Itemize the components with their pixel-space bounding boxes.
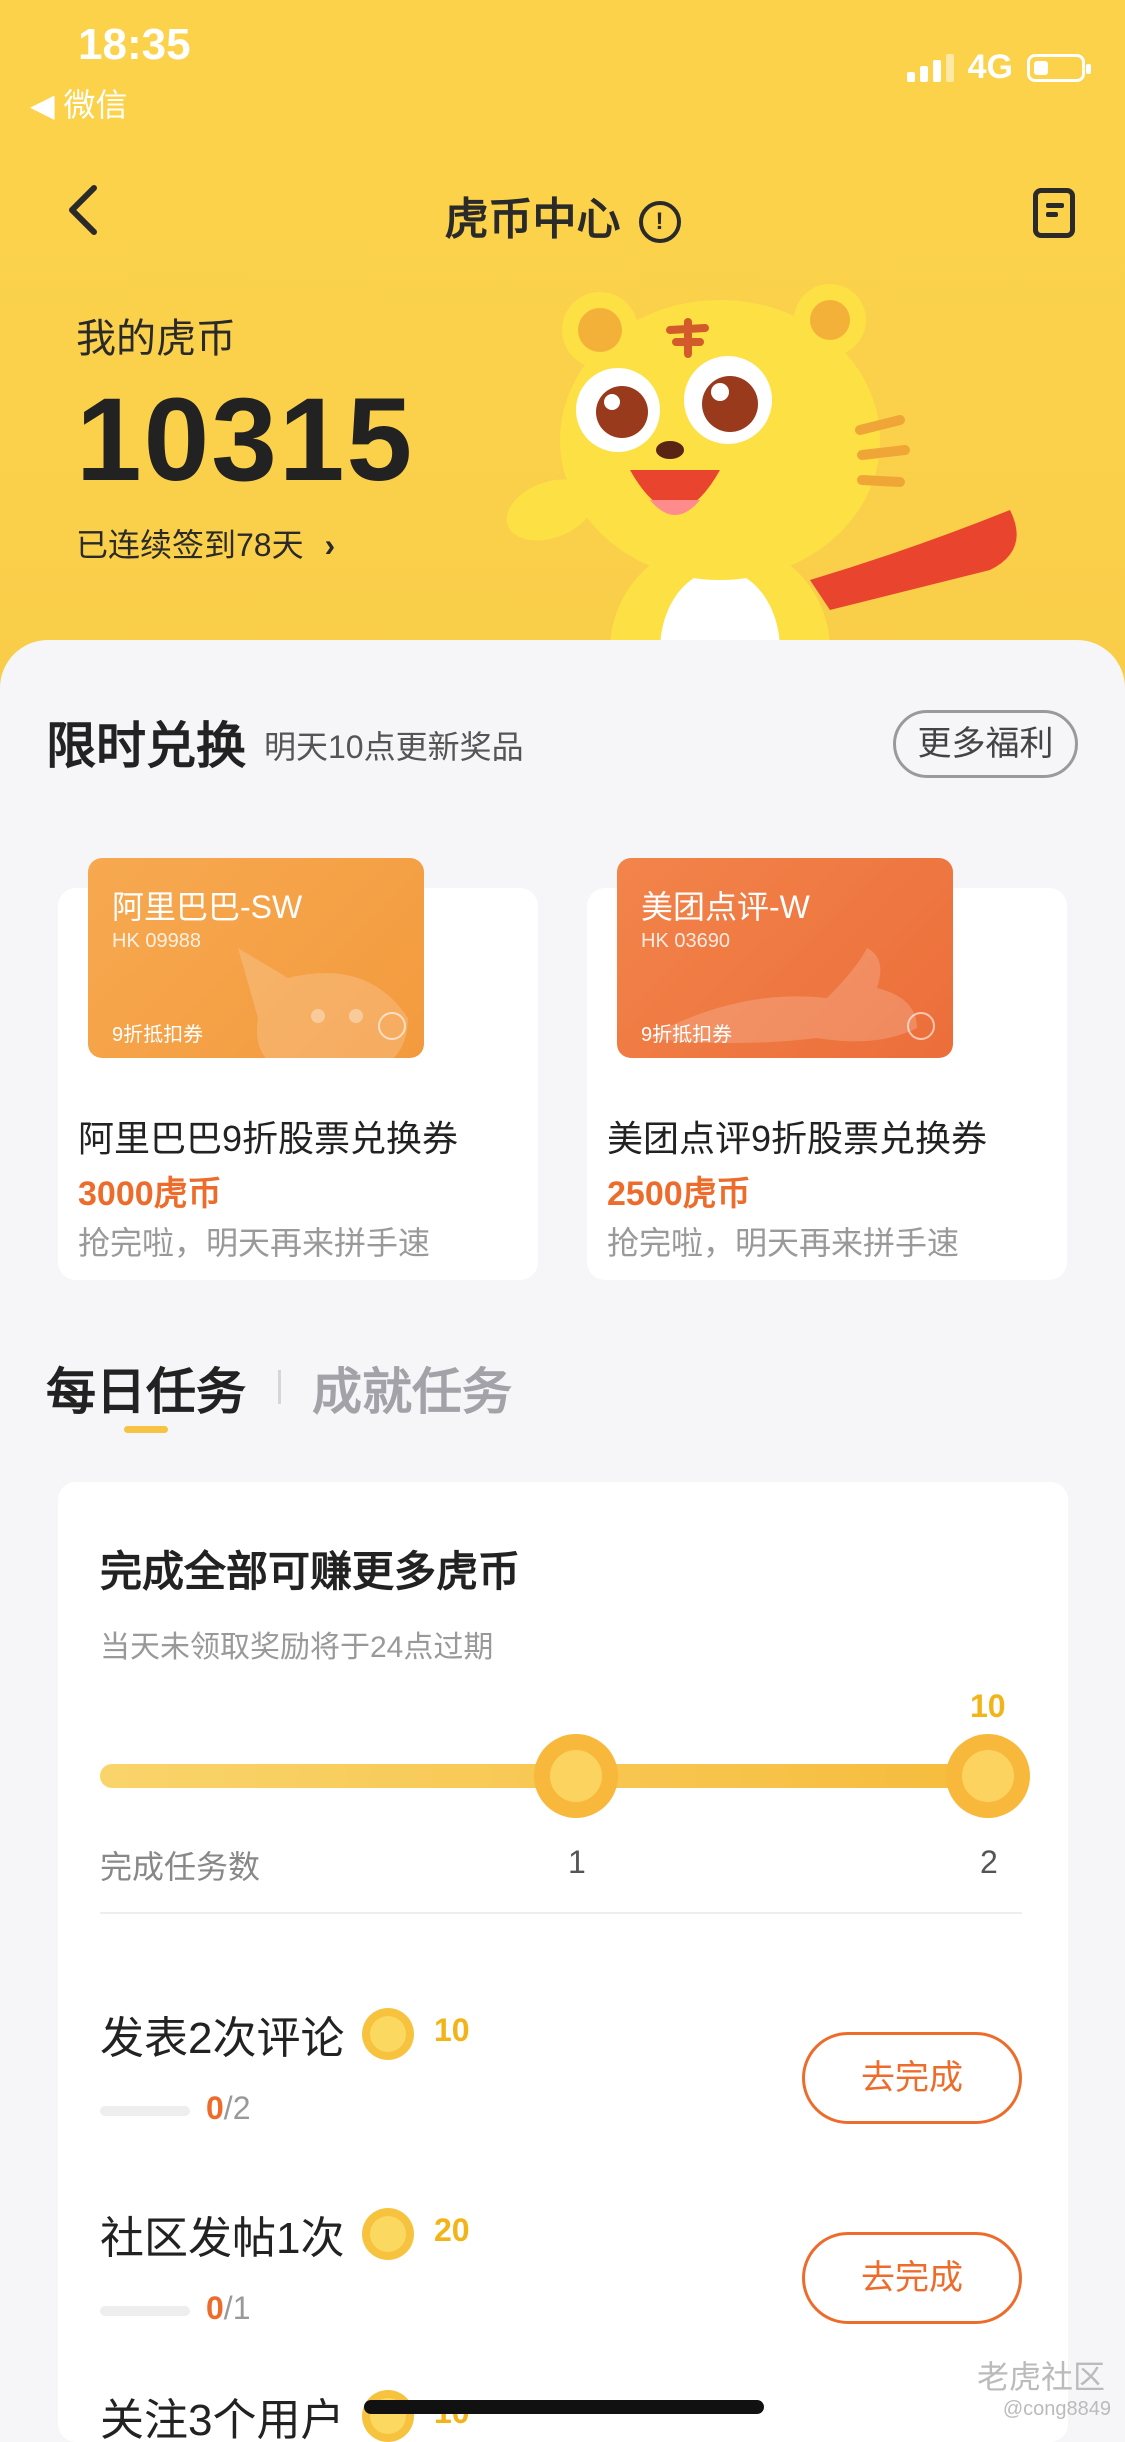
exchange-card-meituan[interactable]: 美团点评-W HK 03690 9折抵扣券 美团点评9折股票兑换券 2500虎币…	[587, 858, 1067, 1280]
balance-value: 10315	[76, 374, 415, 506]
card-status: 抢完啦，明天再来拼手速	[78, 1225, 431, 1261]
exchange-section-title: 限时兑换	[46, 718, 246, 774]
task-card-title: 完成全部可赚更多虎币	[100, 1548, 521, 1595]
voucher-tag: 9折抵扣券	[641, 1024, 733, 1046]
records-icon[interactable]	[1033, 188, 1075, 238]
card-status: 抢完啦，明天再来拼手速	[607, 1225, 960, 1261]
signal-icon	[906, 53, 954, 82]
task-row: 发表2次评论 10 0/2 去完成	[100, 2002, 1022, 2152]
home-indicator[interactable]	[364, 2400, 764, 2414]
milestone-reward: 10	[970, 1688, 1006, 1724]
watermark-user: @cong8849	[1002, 2398, 1111, 2420]
card-price: 3000虎币	[78, 1175, 222, 1213]
milestone-coin-icon	[534, 1734, 618, 1818]
card-title: 美团点评9折股票兑换券	[607, 1118, 988, 1159]
task-name: 关注3个用户	[100, 2396, 345, 2442]
task-reward: 20	[434, 2212, 470, 2248]
complete-task-button[interactable]: 去完成	[802, 2232, 1022, 2324]
coin-icon	[362, 2390, 414, 2442]
info-icon[interactable]: !	[638, 201, 681, 244]
task-progress-bar	[100, 2106, 190, 2116]
task-card-subtitle: 当天未领取奖励将于24点过期	[100, 1631, 494, 1664]
balance-label: 我的虎币	[76, 317, 236, 361]
checkin-streak-link[interactable]: 已连续签到78天 ›	[76, 520, 335, 566]
task-name: 社区发帖1次	[100, 2214, 345, 2263]
task-progress-count: 0/1	[206, 2290, 251, 2326]
task-name: 发表2次评论	[100, 2014, 345, 2063]
tiger-mascot-illustration	[506, 284, 1017, 670]
exchange-section-subtitle: 明天10点更新奖品	[264, 729, 524, 765]
voucher-name: 阿里巴巴-SW	[112, 889, 303, 925]
watermark-brand: 老虎社区	[976, 2359, 1105, 2395]
coin-icon	[362, 2208, 414, 2260]
network-label: 4G	[967, 48, 1013, 86]
milestone-coin-icon[interactable]	[946, 1734, 1030, 1818]
milestone-count: 2	[980, 1844, 998, 1880]
status-time: 18:35	[78, 20, 191, 69]
task-row: 社区发帖1次 20 0/1 去完成	[100, 2202, 1022, 2352]
battery-icon	[1027, 53, 1091, 82]
tab-daily-tasks[interactable]: 每日任务	[46, 1352, 246, 1424]
card-title: 阿里巴巴9折股票兑换券	[78, 1118, 459, 1159]
coin-icon	[362, 2008, 414, 2060]
header-banner: 18:35 ◀ 微信 4G 虎币中心! 我的虎币 10315 已连续签到78天 …	[0, 0, 1125, 720]
daily-task-card: 完成全部可赚更多虎币 当天未领取奖励将于24点过期 10 完成任务数 1 2 发…	[58, 1482, 1068, 2442]
pet-mascot-icon	[238, 948, 408, 1058]
page-title: 虎币中心!	[0, 183, 1125, 247]
tab-achievement-tasks[interactable]: 成就任务	[312, 1352, 512, 1424]
voucher-image: 阿里巴巴-SW HK 09988 9折抵扣券	[88, 858, 424, 1058]
status-indicators: 4G	[906, 48, 1091, 87]
progress-label: 完成任务数	[100, 1849, 261, 1885]
complete-task-button[interactable]: 去完成	[802, 2032, 1022, 2124]
voucher-image: 美团点评-W HK 03690 9折抵扣券	[617, 858, 953, 1058]
voucher-code: HK 03690	[641, 930, 730, 952]
task-progress-count: 0/2	[206, 2090, 251, 2126]
voucher-tag: 9折抵扣券	[112, 1024, 204, 1046]
card-price: 2500虎币	[607, 1175, 751, 1213]
tab-divider	[278, 1370, 281, 1404]
more-benefits-button[interactable]: 更多福利	[893, 710, 1078, 778]
exchange-card-alibaba[interactable]: 阿里巴巴-SW HK 09988 9折抵扣券 阿里巴巴9折股票兑换券 3000虎…	[58, 858, 538, 1280]
active-tab-indicator	[124, 1426, 168, 1433]
logo-mark-icon	[907, 1012, 935, 1040]
voucher-name: 美团点评-W	[641, 889, 810, 925]
milestone-count: 1	[568, 1844, 586, 1880]
logo-mark-icon	[378, 1012, 406, 1040]
divider	[100, 1912, 1022, 1914]
back-to-app-link[interactable]: ◀ 微信	[30, 80, 128, 126]
task-reward: 10	[434, 2012, 470, 2048]
voucher-code: HK 09988	[112, 930, 201, 952]
task-progress-bar	[100, 2306, 190, 2316]
chevron-right-icon: ›	[324, 527, 336, 563]
